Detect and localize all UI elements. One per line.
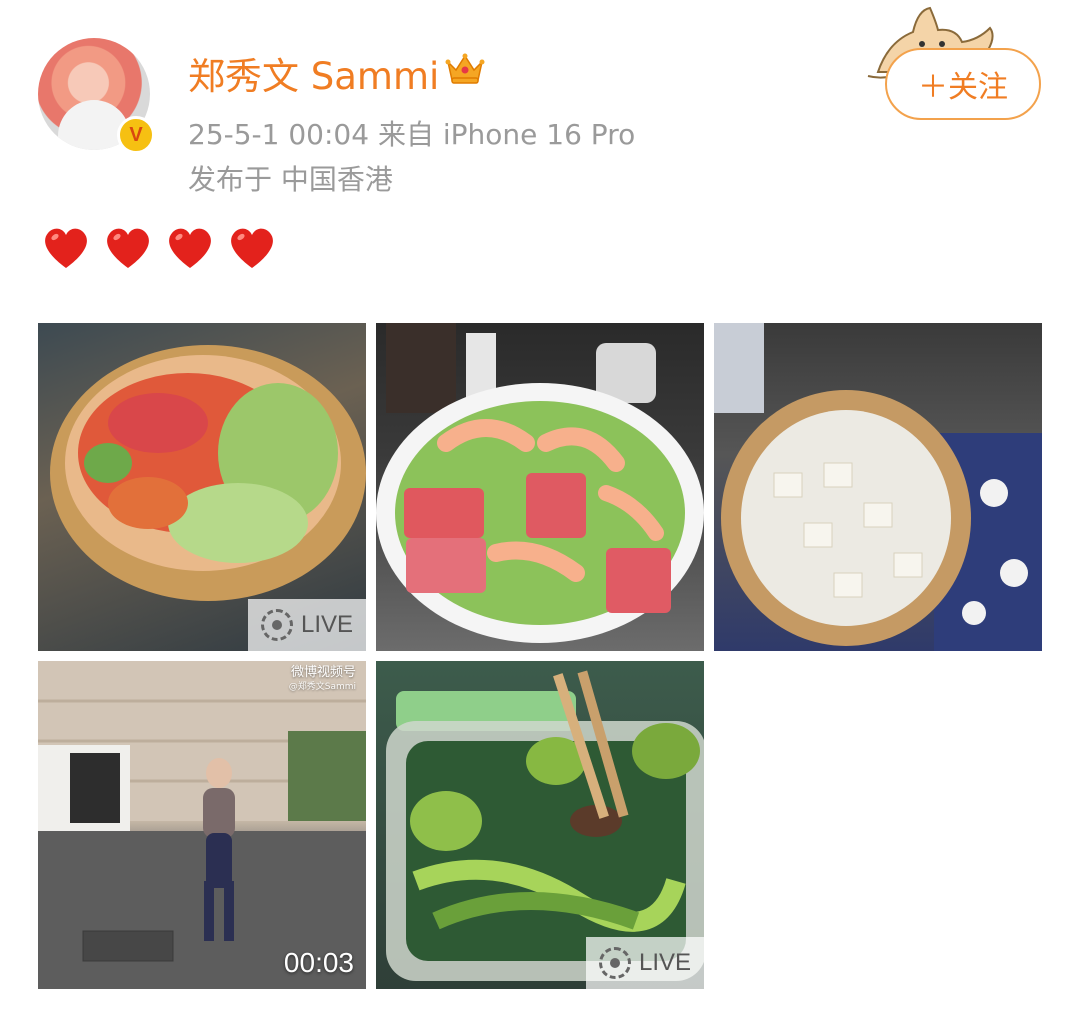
tofu-soup-photo[interactable] xyxy=(714,323,1042,651)
tofu-soup-illustration xyxy=(714,323,1042,651)
live-photo-icon xyxy=(598,947,631,979)
heart-icon xyxy=(107,228,149,268)
heart-icon xyxy=(169,228,211,268)
verified-icon: V xyxy=(117,116,155,154)
username[interactable]: 郑秀文 Sammi xyxy=(188,46,439,100)
post-text xyxy=(40,222,278,274)
live-photo-badge: LIVE xyxy=(586,937,704,989)
shrimp-tuna-illustration xyxy=(376,323,704,643)
post-location: 发布于 中国香港 xyxy=(188,163,393,196)
shrimp-tuna-bowl-photo[interactable] xyxy=(376,323,704,651)
heart-icon xyxy=(231,228,273,268)
heart-icon xyxy=(45,228,87,268)
live-photo-badge: LIVE xyxy=(248,599,366,651)
video-watermark: 微博视频号 @郑秀文Sammi xyxy=(289,665,356,695)
follow-button[interactable]: ＋关注 xyxy=(885,48,1041,120)
watermark-line-2: @郑秀文Sammi xyxy=(288,682,356,692)
post-timestamp-source: 25-5-1 00:04 来自 iPhone 16 Pro xyxy=(188,118,636,151)
vegetables-box-photo[interactable]: LIVE xyxy=(376,661,704,989)
live-label: LIVE xyxy=(300,611,354,638)
video-duration: 00:03 xyxy=(283,947,354,978)
running-video-photo[interactable]: 微博视频号 @郑秀文Sammi 00:03 xyxy=(38,661,366,989)
crown-icon xyxy=(445,53,485,84)
live-label: LIVE xyxy=(638,949,692,976)
watermark-line-1: 微博视频号 xyxy=(290,665,356,680)
salad-bowl-photo[interactable]: LIVE xyxy=(38,323,366,651)
running-video-illustration xyxy=(38,661,366,989)
live-photo-icon xyxy=(260,609,293,641)
